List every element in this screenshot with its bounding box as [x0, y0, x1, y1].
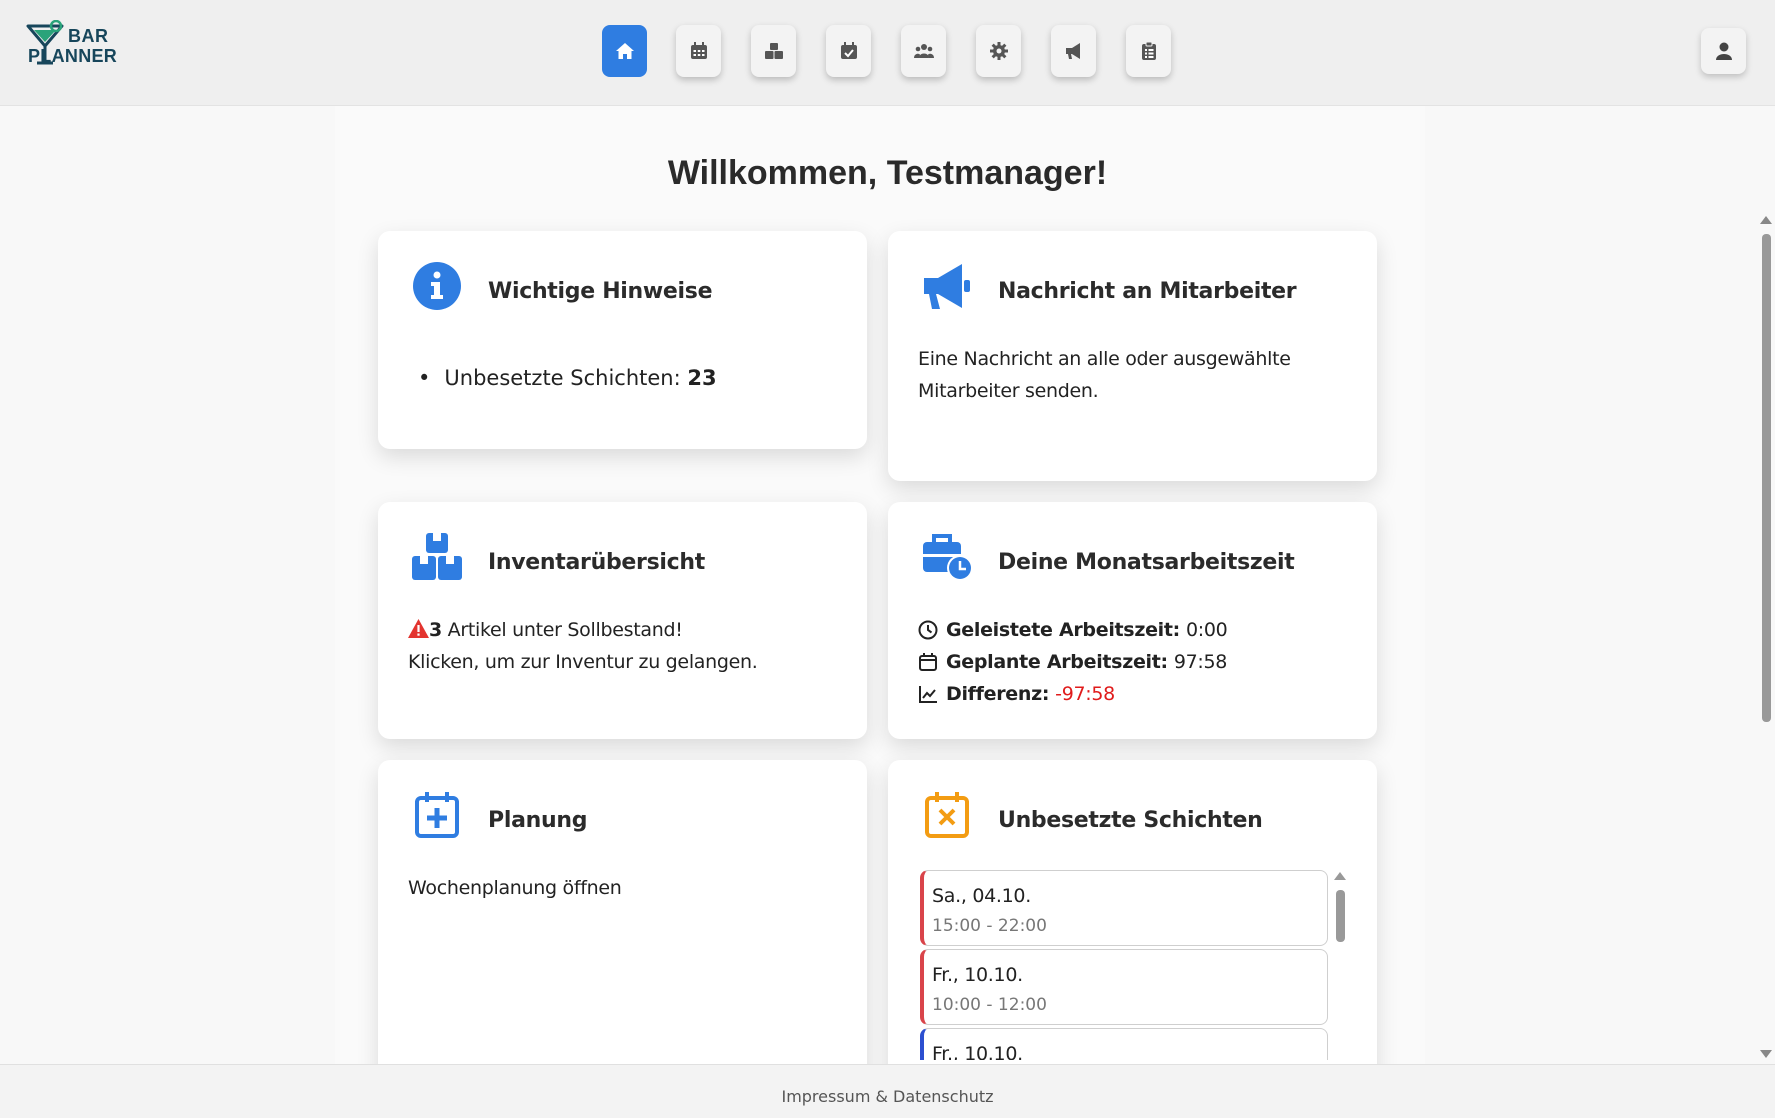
hints-card[interactable]: Wichtige Hinweise Unbesetzte Schichten: …: [378, 231, 867, 449]
user-menu-button[interactable]: [1701, 28, 1746, 74]
open-shifts-list[interactable]: Sa., 04.10. 15:00 - 22:00 Fr., 10.10. 10…: [920, 870, 1328, 1060]
planned-time-label: Geplante Arbeitszeit:: [946, 651, 1168, 673]
main-content: Willkommen, Testmanager! Wichtige Hinwei…: [0, 106, 1760, 1064]
worked-time-row: Geleistete Arbeitszeit: 0:00: [918, 614, 1228, 646]
nav-announcements-button[interactable]: [1051, 25, 1096, 77]
worked-time-value: 0:00: [1185, 619, 1228, 641]
nav-employees-button[interactable]: [901, 25, 946, 77]
calendar-plus-icon: [415, 792, 459, 838]
calendar-icon: [919, 653, 937, 671]
worked-time-label: Geleistete Arbeitszeit:: [946, 619, 1180, 641]
open-shifts-card: Unbesetzte Schichten Sa., 04.10. 15:00 -…: [888, 760, 1377, 1064]
boxes-icon: [412, 533, 462, 580]
list-item: Unbesetzte Schichten: 23: [418, 366, 717, 390]
list-item[interactable]: Fr., 10.10. 10:00 - 12:00: [920, 949, 1328, 1025]
planning-card-text: Wochenplanung öffnen: [408, 877, 622, 899]
planning-card-title: Planung: [488, 808, 588, 833]
inventory-card-text: 3 Artikel unter Sollbestand! Klicken, um…: [408, 614, 758, 678]
shift-time: 15:00 - 22:00: [932, 916, 1047, 936]
message-text-line1: Eine Nachricht an alle oder ausgewählte: [918, 348, 1291, 370]
clock-icon: [918, 620, 938, 640]
shift-list-scrollbar[interactable]: [1333, 870, 1347, 1060]
info-icon: [413, 262, 461, 310]
difference-value: -97:58: [1055, 683, 1115, 705]
message-text-line2: Mitarbeiter senden.: [918, 380, 1099, 402]
imprint-privacy-link[interactable]: Impressum & Datenschutz: [781, 1087, 993, 1106]
hints-list: Unbesetzte Schichten: 23: [418, 366, 717, 390]
nav-tasks-button[interactable]: [826, 25, 871, 77]
page-title: Willkommen, Testmanager!: [667, 154, 1108, 192]
shift-date: Sa., 04.10.: [932, 885, 1031, 907]
hints-card-title: Wichtige Hinweise: [488, 279, 713, 304]
list-item[interactable]: Fr., 10.10.: [920, 1028, 1328, 1060]
inventory-card-title: Inventarübersicht: [488, 550, 705, 575]
worktime-card-title: Deine Monatsarbeitszeit: [998, 550, 1295, 575]
inventory-warning-line: 3 Artikel unter Sollbestand!: [408, 614, 758, 646]
planned-time-row: Geplante Arbeitszeit: 97:58: [918, 646, 1227, 678]
message-card-text: Eine Nachricht an alle oder ausgewählte …: [918, 343, 1291, 407]
logo-text-planner: PLANNER: [28, 46, 118, 66]
footer: Impressum & Datenschutz: [0, 1064, 1775, 1118]
app-logo[interactable]: BAR PLANNER: [26, 20, 126, 72]
nav-inventory-button[interactable]: [751, 25, 796, 77]
users-icon: [913, 44, 934, 58]
logo-text-bar: BAR: [68, 26, 109, 46]
message-card-title: Nachricht an Mitarbeiter: [998, 279, 1297, 304]
nav-reports-button[interactable]: [1126, 25, 1171, 77]
warning-icon: [408, 619, 429, 638]
briefcase-clock-icon: [923, 534, 972, 581]
inventory-warning-text: Artikel unter Sollbestand!: [447, 619, 683, 641]
megaphone-icon: [924, 264, 970, 309]
inventory-card[interactable]: Inventarübersicht 3 Artikel unter Sollbe…: [378, 502, 867, 739]
nav-home-button[interactable]: [602, 25, 647, 77]
shift-date: Fr., 10.10.: [932, 964, 1023, 986]
planned-time-value: 97:58: [1173, 651, 1228, 673]
calendar-check-icon: [840, 42, 857, 59]
message-card[interactable]: Nachricht an Mitarbeiter Eine Nachricht …: [888, 231, 1377, 481]
worktime-stats: Geleistete Arbeitszeit: 0:00 Geplante Ar…: [918, 614, 1228, 710]
calendar-grid-icon: [690, 42, 707, 59]
list-item[interactable]: Sa., 04.10. 15:00 - 22:00: [920, 870, 1328, 946]
top-bar: BAR PLANNER: [0, 0, 1775, 106]
difference-label: Differenz:: [946, 683, 1050, 705]
nav-calendar-button[interactable]: [676, 25, 721, 77]
open-shifts-count: 23: [687, 366, 717, 390]
planning-card[interactable]: Planung Wochenplanung öffnen: [378, 760, 867, 1064]
worktime-card: Deine Monatsarbeitszeit Geleistete Arbei…: [888, 502, 1377, 739]
open-shifts-label: Unbesetzte Schichten:: [444, 366, 681, 390]
page-scrollbar[interactable]: [1759, 214, 1773, 1060]
inventory-hint: Klicken, um zur Inventur zu gelangen.: [408, 651, 758, 673]
home-icon: [615, 43, 634, 59]
difference-row: Differenz: -97:58: [918, 678, 1227, 710]
shift-time: 10:00 - 12:00: [932, 995, 1047, 1015]
open-shifts-card-title: Unbesetzte Schichten: [998, 808, 1263, 833]
shift-date: Fr., 10.10.: [932, 1043, 1023, 1060]
inventory-below-count: 3: [429, 619, 442, 641]
chart-line-icon: [919, 686, 937, 703]
calendar-x-icon: [925, 792, 969, 838]
nav-settings-button[interactable]: [976, 25, 1021, 77]
gear-icon: [989, 42, 1008, 60]
user-icon: [1715, 42, 1732, 60]
clipboard-list-icon: [1141, 41, 1156, 60]
megaphone-icon: [1065, 43, 1080, 59]
boxes-icon: [764, 43, 783, 59]
